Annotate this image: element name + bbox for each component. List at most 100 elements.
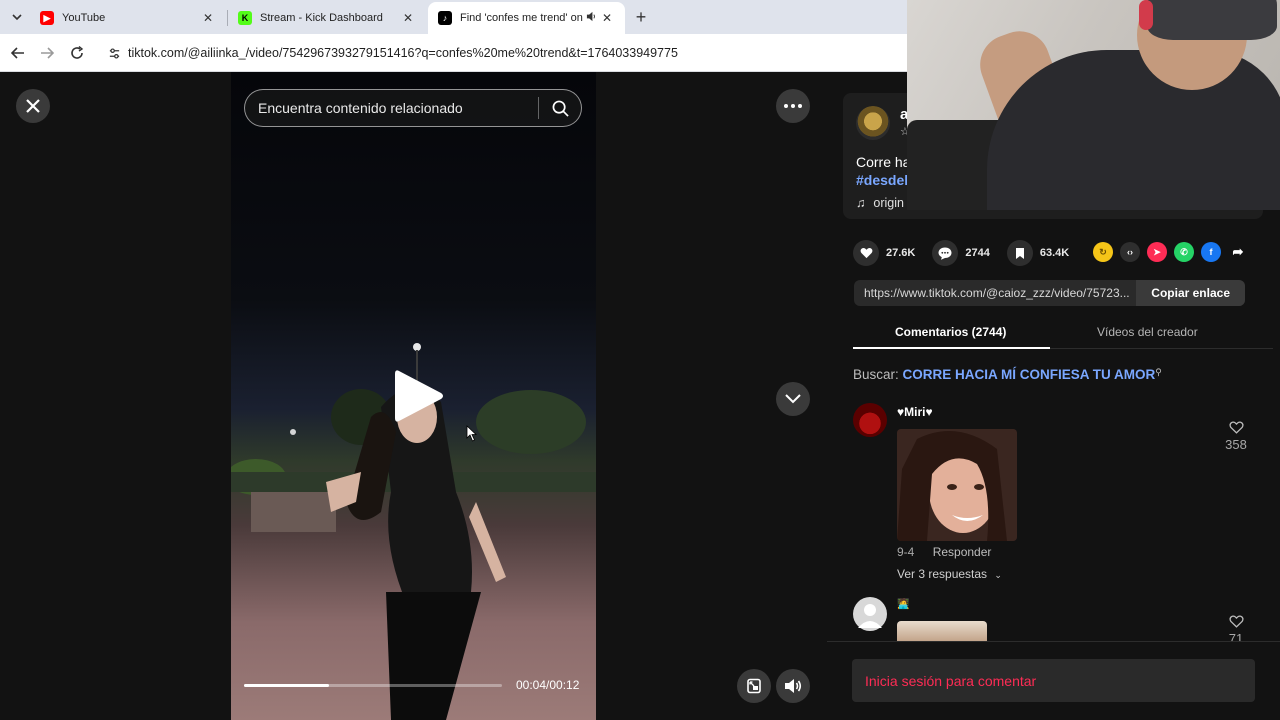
close-icon[interactable]: ✕ [400,11,416,25]
youtube-icon: ▶ [40,11,54,25]
search-button[interactable] [539,89,581,127]
video-link-text[interactable]: https://www.tiktok.com/@caioz_zzz/video/… [854,286,1136,300]
speaker-icon [785,679,802,693]
comment-item: 🧑‍💻 71 [853,597,1253,641]
share-options: ↻ ‹› ➤ ✆ f ➦ [1093,242,1248,262]
forward-button[interactable] [37,43,57,63]
tab-title: Stream - Kick Dashboard [260,12,383,24]
commenter-avatar[interactable] [853,597,887,631]
like-count: 27.6K [886,247,916,259]
webcam-overlay [907,0,1280,210]
comment-count: 2744 [965,247,990,259]
comment-image[interactable] [897,621,987,641]
back-button[interactable] [8,43,28,63]
chevron-down-icon: ⌄ [994,570,1002,580]
more-options-button[interactable] [776,89,810,123]
play-icon[interactable] [393,368,445,424]
heart-outline-icon [1228,615,1244,628]
next-video-button[interactable] [776,382,810,416]
comment-search-suggestion[interactable]: Buscar: CORRE HACIA MÍ CONFIESA TU AMOR⚲ [853,367,1162,382]
kick-icon: K [238,11,252,25]
view-replies-button[interactable]: Ver 3 respuestas ⌄ [897,567,1002,581]
reload-icon [71,46,84,59]
tiktok-icon: ♪ [438,11,452,25]
engagement-actions: 27.6K 2744 63.4K [853,240,1086,266]
author-avatar[interactable] [856,106,890,140]
comment-date: 9-4 [897,545,915,559]
comment-like-count: 71 [1228,631,1244,641]
comment-icon [932,240,959,266]
volume-button[interactable] [776,669,810,703]
tab-title: Find 'confes me trend' on T [460,12,583,24]
video-progress-fill [244,684,330,687]
tab-tiktok[interactable]: ♪ Find 'confes me trend' on T ✕ [428,2,625,34]
close-icon[interactable]: ✕ [200,11,216,25]
url-text: tiktok.com/@ailiinka_/video/754296739327… [128,46,678,60]
related-content-search[interactable]: Encuentra contenido relacionado [244,89,582,127]
share-icon[interactable]: ➦ [1228,242,1248,262]
commenter-avatar[interactable] [853,403,887,437]
comment-like-button[interactable]: 358 [1223,421,1249,452]
reply-button[interactable]: Responder [933,545,992,559]
heart-icon [853,240,879,266]
active-tab-underline [853,347,1050,349]
tab-kick[interactable]: K Stream - Kick Dashboard ✕ [228,2,426,34]
comment-item: ♥Miri♥ 9-4 Responder Ver 3 respuestas ⌄ … [853,403,1253,593]
view-replies-label: Ver 3 respuestas [897,567,988,581]
site-info-icon[interactable] [100,39,128,67]
comment-like-count: 358 [1225,437,1247,452]
copy-link-button[interactable]: Copiar enlace [1136,280,1245,306]
tab-comments[interactable]: Comentarios (2744) [895,325,1006,339]
speaker-icon[interactable] [583,11,599,25]
commenter-name[interactable]: 🧑‍💻 [897,599,909,610]
comment-like-button[interactable]: 71 [1223,615,1249,641]
repost-icon[interactable]: ↻ [1093,242,1113,262]
send-icon[interactable]: ➤ [1147,242,1167,262]
login-to-comment-button[interactable]: Inicia sesión para comentar [852,659,1255,702]
music-link[interactable]: ♫ origin [856,196,904,210]
save-count: 63.4K [1039,247,1070,259]
hashtag-link[interactable]: #desdel [856,172,908,188]
music-title: origin [873,196,904,210]
close-icon[interactable]: ✕ [599,11,615,25]
whatsapp-icon[interactable]: ✆ [1174,242,1194,262]
chevron-down-icon [12,14,22,21]
comment-button[interactable]: 2744 [932,240,990,266]
reload-button[interactable] [67,43,87,63]
search-input[interactable]: Encuentra contenido relacionado [245,100,538,116]
facebook-icon[interactable]: f [1201,242,1221,262]
search-keyword[interactable]: CORRE HACIA MÍ CONFIESA TU AMOR [903,367,1156,382]
chevron-down-icon [785,394,801,404]
bookmark-icon [1006,240,1033,266]
comment-login-bar: Inicia sesión para comentar [827,641,1280,720]
panel-tabs: Comentarios (2744) Vídeos del creador [853,317,1273,349]
video-description: Corre ha [856,154,911,170]
tab-creator-videos[interactable]: Vídeos del creador [1097,325,1198,339]
tab-search-button[interactable] [6,6,28,28]
search-label: Buscar: [853,367,899,382]
webcam-headset [1139,0,1153,30]
plus-icon: + [635,6,647,27]
commenter-name[interactable]: ♥Miri♥ [897,405,933,419]
tab-youtube[interactable]: ▶ YouTube ✕ [30,2,226,34]
close-icon [26,99,40,113]
save-button[interactable]: 63.4K [1006,240,1070,266]
comment-image[interactable] [897,429,1017,541]
arrow-left-icon [11,47,24,59]
heart-outline-icon [1228,421,1244,434]
like-button[interactable]: 27.6K [853,240,915,266]
embed-icon[interactable]: ‹› [1120,242,1140,262]
music-note-icon: ♫ [856,196,866,210]
new-tab-button[interactable]: + [630,6,652,28]
video-stage: Encuentra contenido relacionado 00:04/00… [0,72,827,720]
floating-player-button[interactable] [737,669,771,703]
picture-in-picture-icon [747,678,761,694]
tab-title: YouTube [62,12,106,24]
video-progress-bar[interactable] [244,684,502,687]
close-video-button[interactable] [16,89,50,123]
search-icon [552,100,569,117]
video-link-box: https://www.tiktok.com/@caioz_zzz/video/… [854,280,1245,306]
video-timecode: 00:04/00:12 [516,678,580,692]
cursor-icon [466,425,478,442]
webcam-person-cap [1147,0,1277,40]
